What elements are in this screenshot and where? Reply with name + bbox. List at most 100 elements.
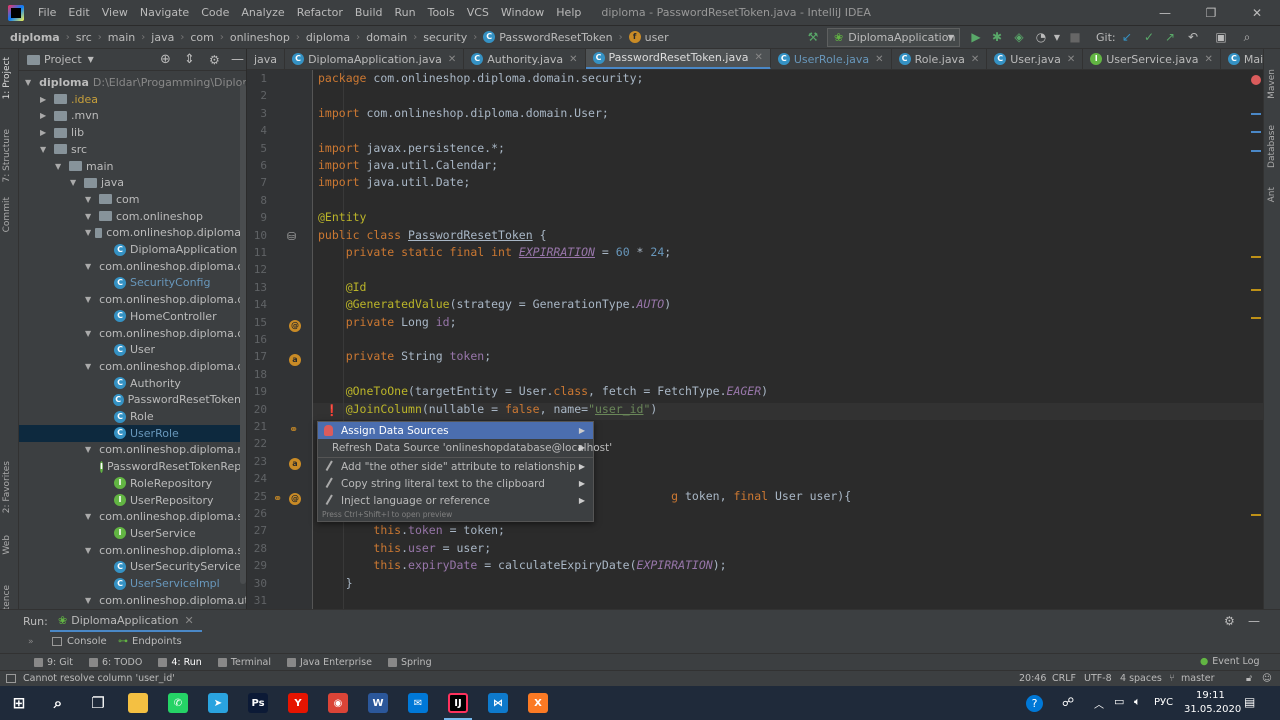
tool-window-button[interactable]: Terminal [210, 657, 279, 668]
taskbar-vscode[interactable]: ⋈ [478, 686, 518, 720]
error-stripe-icon[interactable] [1251, 75, 1261, 85]
taskbar-whatsapp[interactable]: ✆ [158, 686, 198, 720]
more-run-chevron-icon[interactable]: ▼ [1050, 30, 1064, 44]
tree-item[interactable]: ▶ .mvn [19, 107, 241, 124]
chevron-down-icon[interactable]: ▼ [85, 362, 91, 371]
gutter-relation-icon[interactable]: ⚭ [273, 492, 282, 505]
code-editor[interactable]: package com.onlineshop.diploma.domain.se… [313, 70, 1263, 609]
intention-item[interactable]: Assign Data Sources ▶ [318, 422, 593, 439]
chevron-down-icon[interactable]: ▼ [40, 145, 50, 154]
tool-window-button[interactable]: 4: Run [150, 657, 209, 668]
expand-icon[interactable]: » [28, 637, 34, 647]
tool-favorites[interactable]: 2: Favorites [2, 461, 12, 513]
chevron-right-icon[interactable]: ▶ [40, 95, 50, 104]
taskbar-mail[interactable]: ✉ [398, 686, 438, 720]
menu-analyze[interactable]: Analyze [235, 0, 290, 25]
code-line[interactable]: import java.util.Date; [318, 175, 470, 189]
lock-icon[interactable]: 🔓︎ [1246, 673, 1252, 684]
run-configuration-select[interactable]: ❀ DiplomaApplication ▼ [827, 28, 960, 47]
tool-commit[interactable]: Commit [2, 197, 12, 232]
chevron-down-icon[interactable]: ▼ [85, 262, 91, 271]
git-update-icon[interactable]: ↙ [1120, 30, 1134, 44]
taskbar-chrome[interactable]: ◉ [318, 686, 358, 720]
breadcrumb-item[interactable]: diploma [10, 31, 60, 44]
tree-item[interactable]: I UserService [19, 525, 241, 542]
menu-build[interactable]: Build [349, 0, 389, 25]
menu-view[interactable]: View [96, 0, 134, 25]
chevron-down-icon[interactable]: ▼ [85, 596, 91, 605]
code-line[interactable]: package com.onlineshop.diploma.domain.se… [318, 71, 643, 85]
chevron-right-icon[interactable]: ▶ [40, 128, 50, 137]
notifications-icon[interactable]: ▤ [1244, 695, 1255, 709]
tree-item[interactable]: IPasswordResetTokenRepository [19, 458, 246, 475]
gutter-relation-icon[interactable]: ⚭ [289, 423, 298, 436]
intention-item[interactable]: Inject language or reference ▶ [318, 492, 593, 509]
chevron-up-icon[interactable]: ︿ [1094, 696, 1104, 711]
code-line[interactable]: this.token = token; [318, 523, 505, 537]
error-bulb-icon[interactable]: ❗ [325, 404, 339, 417]
tree-item[interactable]: I RoleRepository [19, 475, 241, 492]
close-icon[interactable]: ✕ [184, 614, 193, 627]
gear-icon[interactable]: ⚙ [1224, 614, 1235, 628]
close-tab-icon[interactable]: ✕ [1067, 54, 1075, 65]
hide-icon[interactable]: — [1248, 614, 1260, 628]
tree-item[interactable]: ▼ java [19, 174, 241, 191]
intention-item[interactable]: Copy string literal text to the clipboar… [318, 475, 593, 492]
tree-item[interactable]: I UserRepository [19, 492, 241, 509]
tree-item[interactable]: ▼ src [19, 141, 241, 158]
tree-item[interactable]: ▶ .idea [19, 91, 241, 108]
minimize-icon[interactable]: — [1142, 0, 1188, 25]
taskbar-xampp[interactable]: X [518, 686, 558, 720]
chevron-down-icon[interactable]: ▼ [85, 212, 95, 221]
menu-code[interactable]: Code [195, 0, 235, 25]
chevron-down-icon[interactable]: ▼ [88, 55, 94, 64]
intention-item[interactable]: Add "the other side" attribute to relati… [318, 457, 593, 475]
tree-item[interactable]: ▼ com.onlineshop.diploma.domain [19, 325, 246, 342]
tree-item[interactable]: ▶ lib [19, 124, 241, 141]
close-tab-icon[interactable]: ✕ [971, 54, 979, 65]
code-line[interactable]: import java.util.Calendar; [318, 158, 498, 172]
people-icon[interactable]: ☍ [1062, 695, 1074, 709]
tool-database[interactable]: Database [1267, 125, 1277, 168]
code-line[interactable]: @GeneratedValue(strategy = GenerationTyp… [318, 297, 671, 311]
tree-item[interactable]: C User [19, 341, 241, 358]
code-line[interactable]: private String token; [318, 349, 491, 363]
chevron-down-icon[interactable]: ▼ [55, 162, 65, 171]
code-line[interactable]: import javax.persistence.*; [318, 141, 505, 155]
close-tab-icon[interactable]: ✕ [754, 52, 762, 63]
code-line[interactable]: @Entity [318, 210, 366, 224]
editor-tab[interactable]: C User.java ✕ [987, 49, 1084, 69]
help-icon[interactable]: ? [1026, 695, 1043, 712]
menu-file[interactable]: File [32, 0, 62, 25]
line-separator[interactable]: CRLF [1052, 673, 1076, 684]
undo-icon[interactable]: ↶ [1186, 30, 1200, 44]
run-icon[interactable]: ▶ [969, 30, 983, 44]
editor-tab[interactable]: C PasswordResetToken.java ✕ [585, 49, 771, 69]
chevron-down-icon[interactable]: ▼ [85, 512, 91, 521]
git-branch[interactable]: master [1181, 673, 1215, 684]
network-icon[interactable]: ▭ [1114, 695, 1124, 708]
debug-icon[interactable]: ✱ [990, 30, 1004, 44]
tree-item[interactable]: ▼ com.onlineshop.diploma.controller [19, 291, 246, 308]
run-subtab-endpoints[interactable]: ⊶ Endpoints [118, 636, 182, 647]
chevron-down-icon[interactable]: ▼ [25, 78, 31, 87]
taskbar-photoshop[interactable]: Ps [238, 686, 278, 720]
menu-edit[interactable]: Edit [62, 0, 95, 25]
breadcrumb-item[interactable]: f user [628, 31, 669, 44]
status-window-icon[interactable] [6, 674, 16, 683]
chevron-right-icon[interactable]: ▶ [40, 111, 50, 120]
chevron-down-icon[interactable]: ▼ [85, 445, 91, 454]
gear-icon[interactable]: ⚙ [209, 53, 220, 67]
collapse-all-icon[interactable]: ⇕ [184, 52, 195, 67]
breadcrumb-item[interactable]: main [108, 31, 135, 44]
chevron-down-icon[interactable]: ▼ [85, 228, 91, 237]
taskbar-search[interactable]: ⌕ [38, 686, 78, 720]
code-line[interactable]: this.user = user; [318, 541, 491, 555]
code-line[interactable]: @Id [318, 280, 367, 294]
event-log-button[interactable]: ● Event Log [1200, 656, 1260, 667]
tree-item[interactable]: C HomeController [19, 308, 241, 325]
breadcrumb-item[interactable]: diploma [306, 31, 350, 44]
tree-item[interactable]: C UserSecurityService [19, 558, 241, 575]
menu-vcs[interactable]: VCS [461, 0, 495, 25]
editor-tab[interactable]: I UserService.java ✕ [1083, 49, 1221, 69]
